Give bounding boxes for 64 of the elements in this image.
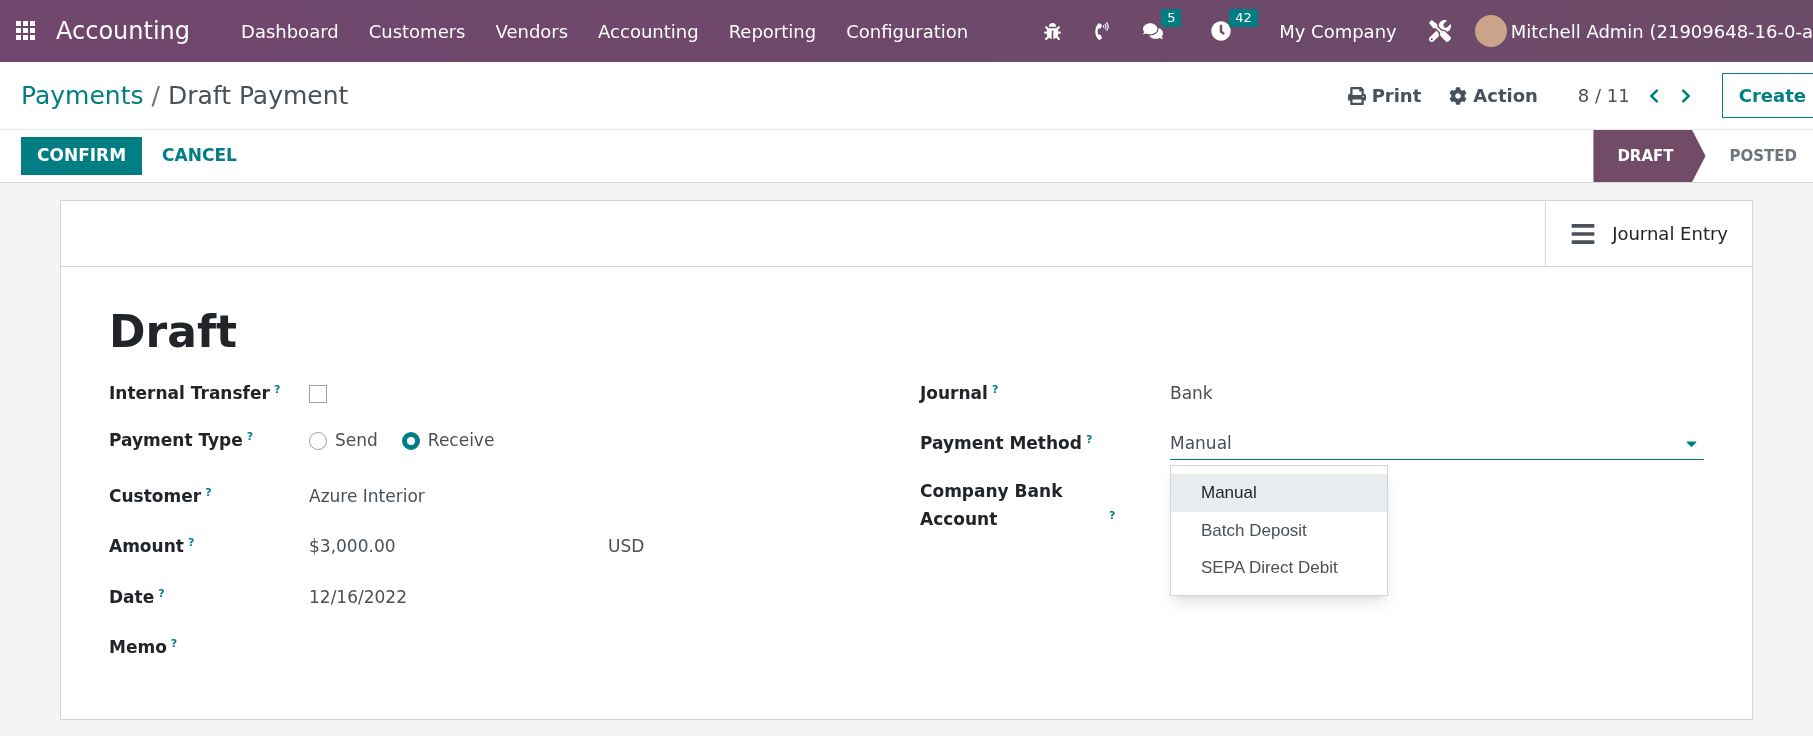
field-value: Azure Interior	[309, 486, 425, 506]
field-label: Internal Transfer	[109, 382, 270, 405]
dropdown-option[interactable]: SEPA Direct Debit	[1171, 549, 1387, 587]
field-label: Date	[109, 586, 155, 609]
print-icon	[1347, 86, 1366, 105]
field-label: Journal	[920, 382, 988, 405]
currency-value: USD	[608, 535, 645, 558]
create-button[interactable]: Create	[1721, 73, 1813, 118]
message-count-badge: 5	[1161, 9, 1182, 27]
field-label: Customer	[109, 485, 202, 508]
cancel-button[interactable]: CANCEL	[142, 137, 257, 175]
field-label: Memo	[109, 636, 167, 659]
field-value: $3,000.00	[309, 535, 397, 558]
field-value: Bank	[1170, 383, 1213, 403]
menu-item[interactable]: Accounting	[583, 17, 714, 45]
gear-icon	[1449, 86, 1468, 105]
dropdown-option[interactable]: Manual	[1171, 474, 1387, 512]
menu-item[interactable]: Reporting	[713, 17, 832, 45]
record-title: Draft	[109, 305, 239, 359]
action-button[interactable]: Action	[1449, 82, 1538, 109]
breadcrumb-current: Draft Payment	[167, 79, 349, 112]
chat-icon[interactable]	[1143, 21, 1164, 41]
journal-entry-button[interactable]: Journal Entry	[1545, 201, 1752, 266]
company-switcher[interactable]: My Company	[1279, 17, 1397, 45]
radio-button[interactable]	[401, 431, 420, 450]
breadcrumb-link[interactable]: Payments	[21, 76, 144, 115]
activity-count-badge: 42	[1229, 9, 1258, 27]
help-mark[interactable]: ?	[1109, 510, 1116, 521]
status-step[interactable]: DRAFT	[1593, 130, 1706, 182]
radio-button[interactable]	[309, 431, 327, 450]
help-mark[interactable]: ?	[991, 384, 999, 395]
menu-item[interactable]: Customers	[353, 17, 481, 45]
pager-value: 8 / 11	[1577, 84, 1630, 108]
phone-icon[interactable]	[1093, 22, 1112, 40]
user-name[interactable]: Mitchell Admin (21909648-16-0-a	[1510, 17, 1813, 45]
field-label: Payment Type	[109, 429, 243, 452]
breadcrumb-separator: /	[151, 79, 160, 112]
select-field[interactable]: Manual	[1170, 431, 1704, 460]
app-title[interactable]: Accounting	[56, 13, 190, 49]
help-mark[interactable]: ?	[187, 537, 195, 548]
dropdown-option[interactable]: Batch Deposit	[1171, 511, 1387, 549]
field-label: Company Bank Account	[920, 480, 1064, 531]
help-mark[interactable]: ?	[205, 487, 212, 498]
field-value: 12/16/2022	[309, 587, 407, 607]
menu-item[interactable]: Vendors	[480, 17, 584, 45]
radio-label: Send	[335, 429, 378, 452]
confirm-button[interactable]: CONFIRM	[21, 137, 143, 175]
print-button[interactable]: Print	[1347, 82, 1422, 109]
field-label: Payment Method	[920, 432, 1082, 455]
checkbox[interactable]	[309, 385, 327, 403]
radio-label: Receive	[427, 429, 495, 452]
field-label: Amount	[109, 535, 184, 558]
clock-icon[interactable]	[1211, 21, 1232, 41]
help-mark[interactable]: ?	[158, 588, 165, 599]
help-mark[interactable]: ?	[170, 638, 178, 649]
bug-icon[interactable]	[1044, 22, 1062, 40]
menu-item[interactable]: Configuration	[831, 17, 984, 45]
menu-item[interactable]: Dashboard	[226, 17, 354, 45]
help-mark[interactable]: ?	[1085, 434, 1093, 445]
apps-grid-icon[interactable]	[16, 21, 36, 41]
user-avatar[interactable]	[1474, 15, 1507, 47]
tools-icon[interactable]	[1428, 20, 1451, 42]
help-mark[interactable]: ?	[273, 384, 281, 395]
help-mark[interactable]: ?	[246, 431, 254, 442]
